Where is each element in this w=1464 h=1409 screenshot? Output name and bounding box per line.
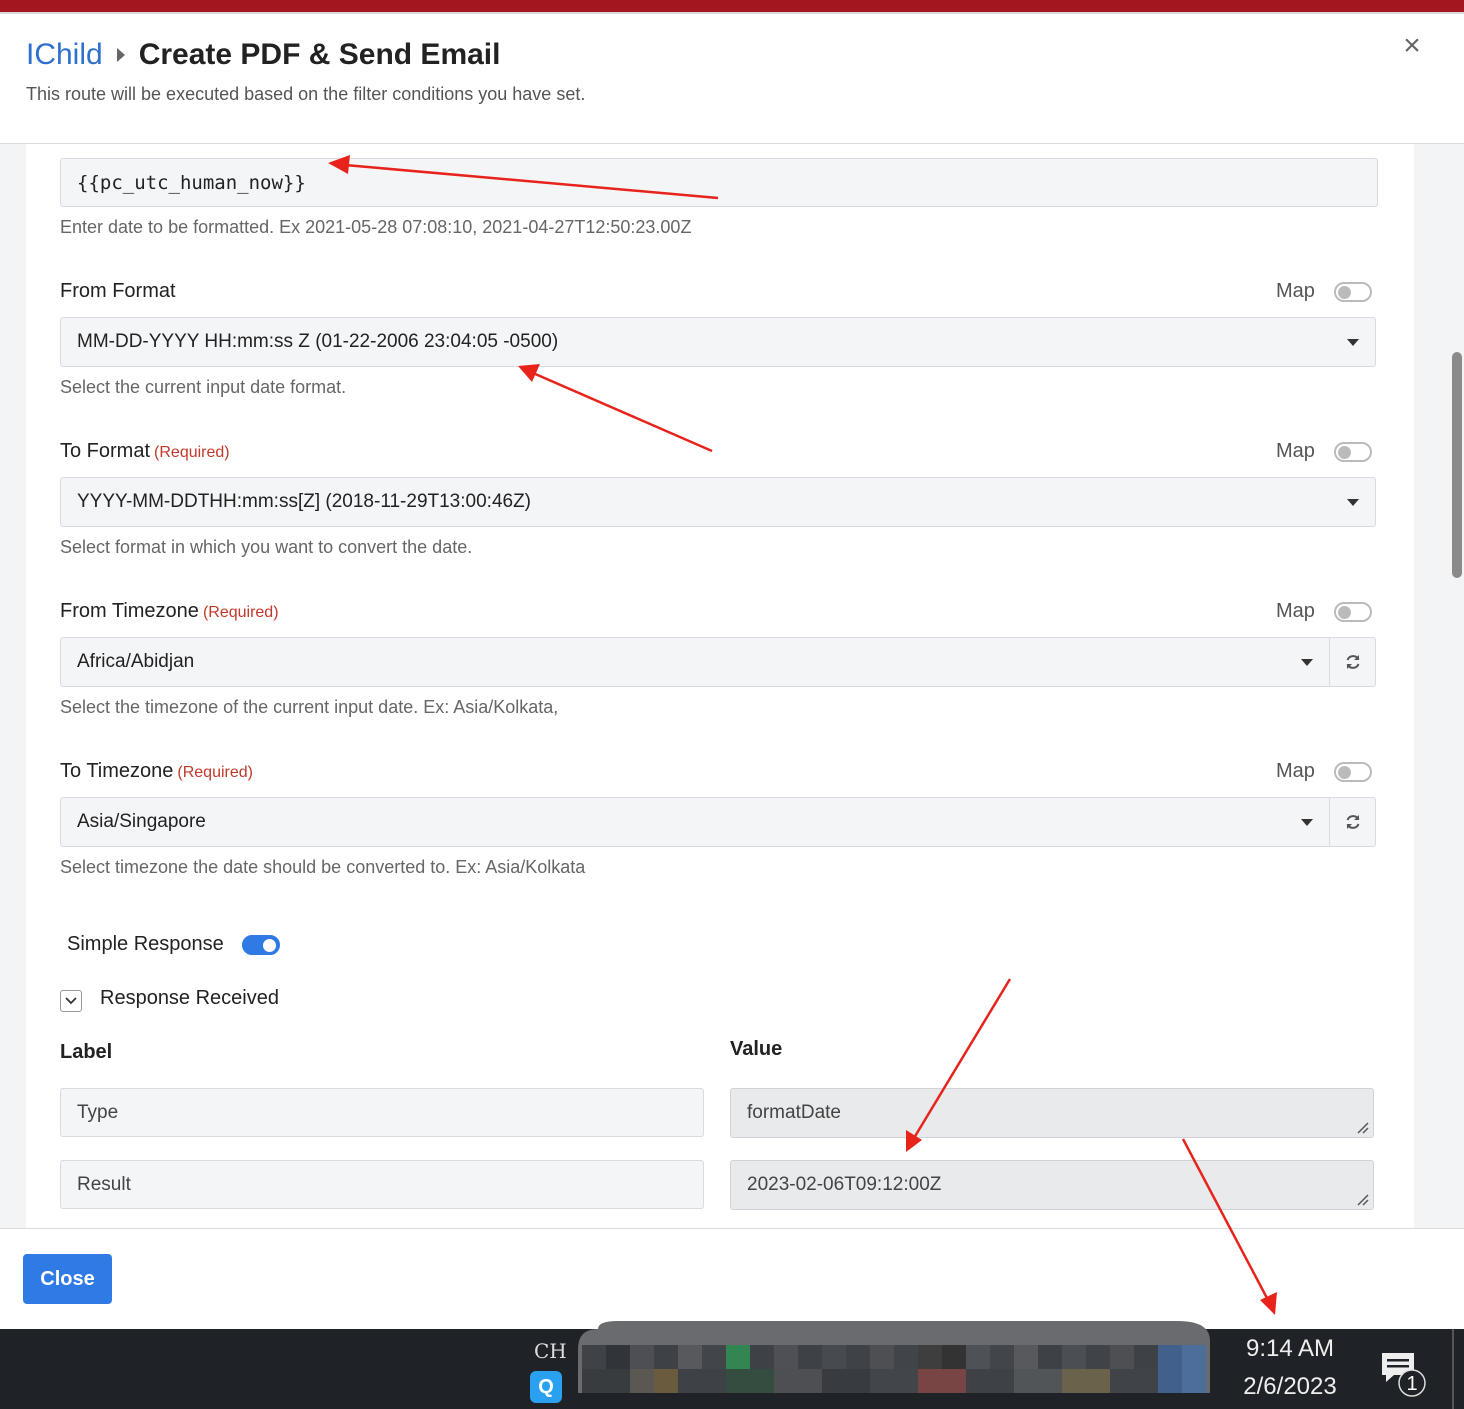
to-timezone-map-label: Map (1276, 760, 1315, 782)
input-language-indicator[interactable]: CH (534, 1339, 567, 1363)
to-format-label: To Format (Required) (60, 440, 230, 463)
tray-app-icon[interactable]: Q (530, 1371, 562, 1403)
from-timezone-refresh-button[interactable] (1329, 637, 1376, 687)
os-taskbar: CH Q 9:14 AM 2/6/2023 1 (0, 1321, 1464, 1409)
close-button[interactable]: Close (23, 1254, 112, 1304)
show-desktop-edge[interactable] (1452, 1329, 1454, 1409)
required-marker: (Required) (177, 764, 253, 781)
required-marker: (Required) (202, 604, 279, 621)
from-format-label-text: From Format (60, 280, 176, 302)
chevron-down-icon (1301, 819, 1313, 826)
from-timezone-value: Africa/Abidjan (77, 651, 195, 672)
scrollbar-thumb[interactable] (1452, 352, 1462, 578)
from-format-value: MM-DD-YYYY HH:mm:ss Z (01-22-2006 23:04:… (77, 331, 559, 352)
notification-center-icon[interactable]: 1 (1378, 1349, 1428, 1399)
page-subtitle: This route will be executed based on the… (26, 84, 586, 104)
from-format-help: Select the current input date format. (60, 377, 347, 397)
date-input-value: {{pc_utc_human_now}} (77, 171, 306, 194)
column-header-label: Label (60, 1041, 113, 1063)
to-format-select[interactable]: YYYY-MM-DDTHH:mm:ss[Z] (2018-11-29T13:00… (60, 477, 1376, 527)
modal-body: {{pc_utc_human_now}} Enter date to be fo… (0, 144, 1464, 1228)
toggle-knob (1338, 766, 1351, 779)
response-row-value: formatDate (747, 1102, 841, 1123)
to-format-label-text: To Format (60, 440, 151, 462)
resize-handle-icon[interactable] (1355, 1192, 1369, 1206)
response-received-collapse-button[interactable] (60, 990, 82, 1012)
from-timezone-help: Select the timezone of the current input… (60, 697, 559, 717)
breadcrumb: IChild Create PDF & Send Email (26, 38, 500, 72)
refresh-icon (1346, 655, 1359, 669)
column-header-value: Value (730, 1038, 783, 1060)
to-timezone-map-toggle[interactable] (1334, 762, 1372, 782)
response-row-label-input[interactable]: Result (60, 1160, 704, 1209)
taskbar-clock-time[interactable]: 9:14 AM (1222, 1335, 1358, 1363)
response-row-label: Result (77, 1173, 131, 1195)
response-row-value-textarea[interactable]: formatDate (730, 1088, 1374, 1138)
breadcrumb-link-ichild[interactable]: IChild (26, 38, 103, 72)
to-timezone-value: Asia/Singapore (77, 811, 206, 832)
toggle-knob (1338, 286, 1351, 299)
to-format-map-label: Map (1276, 440, 1315, 462)
from-format-map-toggle[interactable] (1334, 282, 1372, 302)
close-icon[interactable]: × (1398, 30, 1426, 62)
response-row-label-input[interactable]: Type (60, 1088, 704, 1137)
chevron-down-icon (1301, 659, 1313, 666)
to-format-help: Select format in which you want to conve… (60, 537, 473, 557)
taskbar-clock-date[interactable]: 2/6/2023 (1222, 1373, 1358, 1401)
refresh-icon (1346, 815, 1359, 829)
from-format-label: From Format (60, 280, 176, 303)
response-row-value: 2023-02-06T09:12:00Z (747, 1174, 942, 1195)
from-format-select[interactable]: MM-DD-YYYY HH:mm:ss Z (01-22-2006 23:04:… (60, 317, 1376, 367)
response-row-value-textarea[interactable]: 2023-02-06T09:12:00Z (730, 1160, 1374, 1210)
message-icon: 1 (1382, 1353, 1426, 1397)
caret-right-icon (116, 48, 125, 62)
to-timezone-select[interactable]: Asia/Singapore (60, 797, 1330, 847)
to-format-value: YYYY-MM-DDTHH:mm:ss[Z] (2018-11-29T13:00… (77, 491, 532, 512)
from-timezone-label-text: From Timezone (60, 600, 199, 622)
from-timezone-label: From Timezone (Required) (60, 600, 279, 623)
resize-handle-icon[interactable] (1355, 1120, 1369, 1134)
from-timezone-select[interactable]: Africa/Abidjan (60, 637, 1330, 687)
from-timezone-map-label: Map (1276, 600, 1315, 622)
form-panel: {{pc_utc_human_now}} Enter date to be fo… (26, 144, 1414, 1228)
chevron-down-icon (1347, 499, 1359, 506)
from-format-map-label: Map (1276, 280, 1315, 302)
window-top-bar (0, 0, 1464, 14)
response-row-label: Type (77, 1101, 119, 1123)
date-input[interactable]: {{pc_utc_human_now}} (60, 158, 1378, 207)
date-input-help: Enter date to be formatted. Ex 2021-05-2… (60, 217, 692, 237)
toggle-knob (1338, 606, 1351, 619)
to-timezone-label-text: To Timezone (60, 760, 174, 782)
modal-header: IChild Create PDF & Send Email This rout… (0, 16, 1464, 144)
response-received-label: Response Received (100, 987, 279, 1009)
chevron-down-icon (65, 997, 77, 1005)
page-title: Create PDF & Send Email (138, 38, 501, 71)
simple-response-label: Simple Response (67, 933, 224, 955)
notification-count: 1 (1406, 1373, 1417, 1395)
to-timezone-label: To Timezone (Required) (60, 760, 253, 783)
to-timezone-refresh-button[interactable] (1329, 797, 1376, 847)
chevron-down-icon (1347, 339, 1359, 346)
required-marker: (Required) (154, 444, 230, 461)
simple-response-toggle[interactable] (242, 935, 280, 955)
modal-footer: Close (0, 1228, 1464, 1329)
toggle-knob (1338, 446, 1351, 459)
from-timezone-map-toggle[interactable] (1334, 602, 1372, 622)
to-format-map-toggle[interactable] (1334, 442, 1372, 462)
to-timezone-help: Select timezone the date should be conve… (60, 857, 586, 877)
toggle-knob (263, 939, 276, 952)
blurred-tray-area (578, 1321, 1210, 1393)
